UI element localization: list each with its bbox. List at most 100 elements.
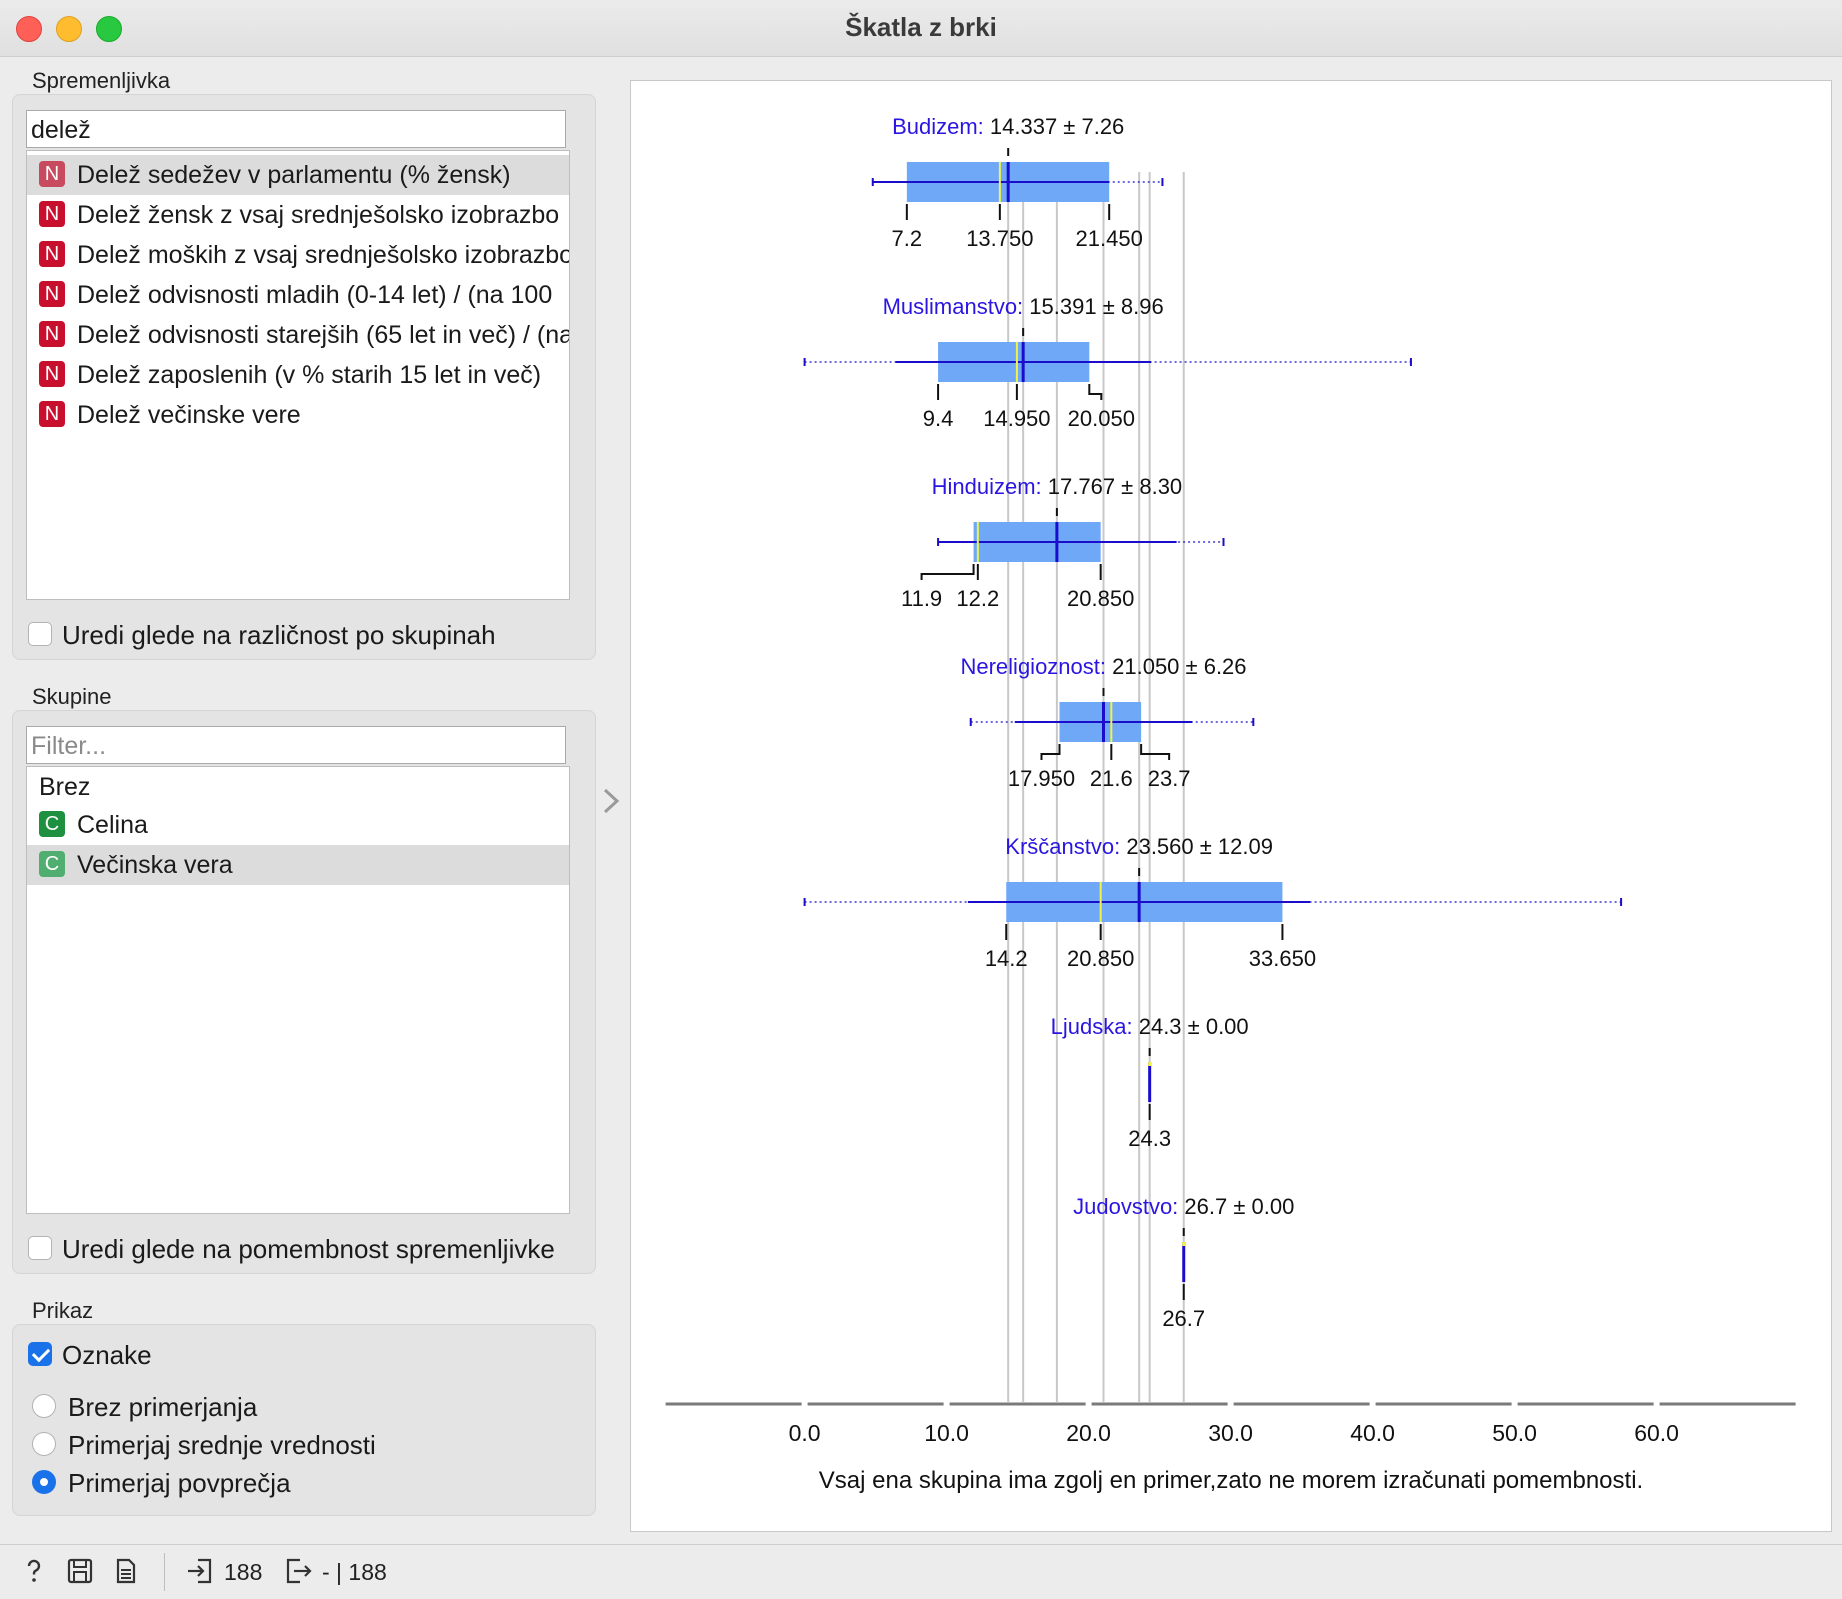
quartile-label: 9.4 [923,406,954,431]
group-label: Hinduizem: 17.767 ± 8.30 [932,474,1183,499]
group-stat-label: 26.7 ± 0.00 [1184,1194,1294,1219]
variable-item[interactable]: N Delež sedežev v parlamentu (% žensk) [27,155,569,195]
axis-tick-label: 50.0 [1492,1420,1537,1446]
help-icon[interactable] [20,1557,48,1585]
order-by-difference-label: Uredi glede na različnost po skupinah [62,620,496,650]
show-labels-label: Oznake [62,1340,152,1370]
quartile-label: 12.2 [956,586,999,611]
group-stat-label: 15.391 ± 8.96 [1029,294,1163,319]
order-by-importance-label: Uredi glede na pomembnost spremenljivke [62,1234,555,1264]
group-stat-label: 24.3 ± 0.00 [1139,1014,1249,1039]
quartile-label: 20.850 [1067,586,1134,611]
quartile-label: 24.3 [1128,1126,1171,1151]
numeric-variable-icon: N [39,161,65,188]
title-bar: Škatla z brki [0,0,1842,57]
axis-tick-label: 0.0 [789,1420,821,1446]
status-divider [164,1553,165,1591]
radio-compare-means-label: Primerjaj povprečja [68,1468,291,1498]
input-count: 188 [224,1559,263,1585]
display-section-label: Prikaz [32,1298,94,1323]
chevron-right-icon[interactable] [600,786,624,816]
quartile-label: 14.2 [985,946,1028,971]
output-data-icon [286,1558,312,1584]
groups-filter-input[interactable]: Filter... [26,726,566,764]
numeric-variable-icon: N [39,321,65,348]
group-name-label: Judovstvo: [1073,1194,1184,1219]
quartile-label: 13.750 [966,226,1033,251]
numeric-variable-icon: N [39,201,65,228]
group-name-label: Nereligioznost: [960,654,1112,679]
numeric-variable-icon: N [39,281,65,308]
variable-item[interactable]: N Delež večinske vere [27,395,569,435]
variable-item[interactable]: N Delež moških z vsaj srednješolsko izobr… [27,235,569,275]
group-label: Muslimanstvo: 15.391 ± 8.96 [883,294,1164,319]
quartile-label: 26.7 [1162,1306,1205,1331]
axis-tick-label: 40.0 [1350,1420,1395,1446]
save-icon[interactable] [66,1557,94,1585]
group-label: Ljudska: 24.3 ± 0.00 [1051,1014,1249,1039]
order-by-difference-checkbox[interactable] [28,622,52,646]
group-name-label: Hinduizem: [932,474,1048,499]
radio-compare-medians[interactable] [32,1432,56,1456]
categorical-variable-icon: C [39,811,65,838]
axis-tick-label: 60.0 [1634,1420,1679,1446]
groups-list[interactable]: Brez C Celina C Večinska vera [26,766,570,1214]
group-stat-label: 21.050 ± 6.26 [1112,654,1246,679]
variable-list[interactable]: N Delež sedežev v parlamentu (% žensk) ND… [26,150,570,600]
quartile-tick [1140,744,1171,760]
quartile-label: 21.450 [1076,226,1143,251]
quartile-label: 21.6 [1090,766,1133,791]
quartile-tick [920,564,975,580]
categorical-variable-icon: C [39,851,65,878]
axis-tick-label: 30.0 [1208,1420,1253,1446]
status-bar: 188 - | 188 [0,1544,1842,1599]
quartile-label: 33.650 [1249,946,1316,971]
radio-no-comparison[interactable] [32,1394,56,1418]
quartile-label: 11.9 [901,586,942,611]
quartile-tick [1088,384,1103,400]
report-icon[interactable] [112,1557,140,1585]
variable-item[interactable]: N Delež odvisnosti starejših (65 let in v… [27,315,569,355]
variable-item[interactable]: N Delež zaposlenih (v % starih 15 let in … [27,355,569,395]
order-by-importance-checkbox[interactable] [28,1236,52,1260]
output-count: - | 188 [322,1559,387,1585]
group-name-label: Krščanstvo: [1005,834,1126,859]
variable-section-label: Spremenljivka [32,68,171,93]
box-plot-area: Budizem: 14.337 ± 7.26 7.2 13.750 21.450 Mus… [630,80,1832,1532]
groups-section-label: Skupine [32,684,112,709]
quartile-label: 14.950 [983,406,1050,431]
radio-no-comparison-label: Brez primerjanja [68,1392,258,1422]
group-label: Nereligioznost: 21.050 ± 6.26 [960,654,1246,679]
radio-compare-means[interactable] [32,1470,56,1494]
quartile-label: 17.950 [1008,766,1075,791]
box-plot-chart: Budizem: 14.337 ± 7.26 7.2 13.750 21.450 Mus… [665,114,1796,1494]
radio-compare-medians-label: Primerjaj srednje vrednosti [68,1430,376,1460]
numeric-variable-icon: N [39,241,65,268]
quartile-label: 23.7 [1148,766,1191,791]
axis-tick-label: 10.0 [924,1420,969,1446]
group-item[interactable]: C Celina [27,805,569,845]
group-name-label: Budizem: [892,114,990,139]
group-stat-label: 14.337 ± 7.26 [990,114,1124,139]
group-label: Krščanstvo: 23.560 ± 12.09 [1005,834,1273,859]
quartile-label: 20.050 [1068,406,1135,431]
group-name-label: Muslimanstvo: [883,294,1030,319]
show-labels-checkbox[interactable] [28,1342,52,1366]
quartile-label: 7.2 [892,226,923,251]
variable-item[interactable]: N Delež žensk z vsaj srednješolsko izobra… [27,195,569,235]
window-title: Škatla z brki [845,12,997,42]
quartile-label: 20.850 [1067,946,1134,971]
numeric-variable-icon: N [39,401,65,428]
group-label: Budizem: 14.337 ± 7.26 [892,114,1124,139]
variable-item[interactable]: N Delež odvisnosti mladih (0-14 let) / (n… [27,275,569,315]
group-stat-label: 17.767 ± 8.30 [1048,474,1182,499]
group-item[interactable]: C Večinska vera [27,845,569,885]
group-name-label: Ljudska: [1051,1014,1139,1039]
group-item-none[interactable]: Brez [27,767,569,807]
numeric-variable-icon: N [39,361,65,388]
chart-footer-message: Vsaj ena skupina ima zgolj en primer,zat… [819,1467,1643,1494]
group-stat-label: 23.560 ± 12.09 [1126,834,1273,859]
input-data-icon [188,1558,212,1584]
variable-search-input[interactable]: delež [26,110,566,148]
axis-tick-label: 20.0 [1066,1420,1111,1446]
